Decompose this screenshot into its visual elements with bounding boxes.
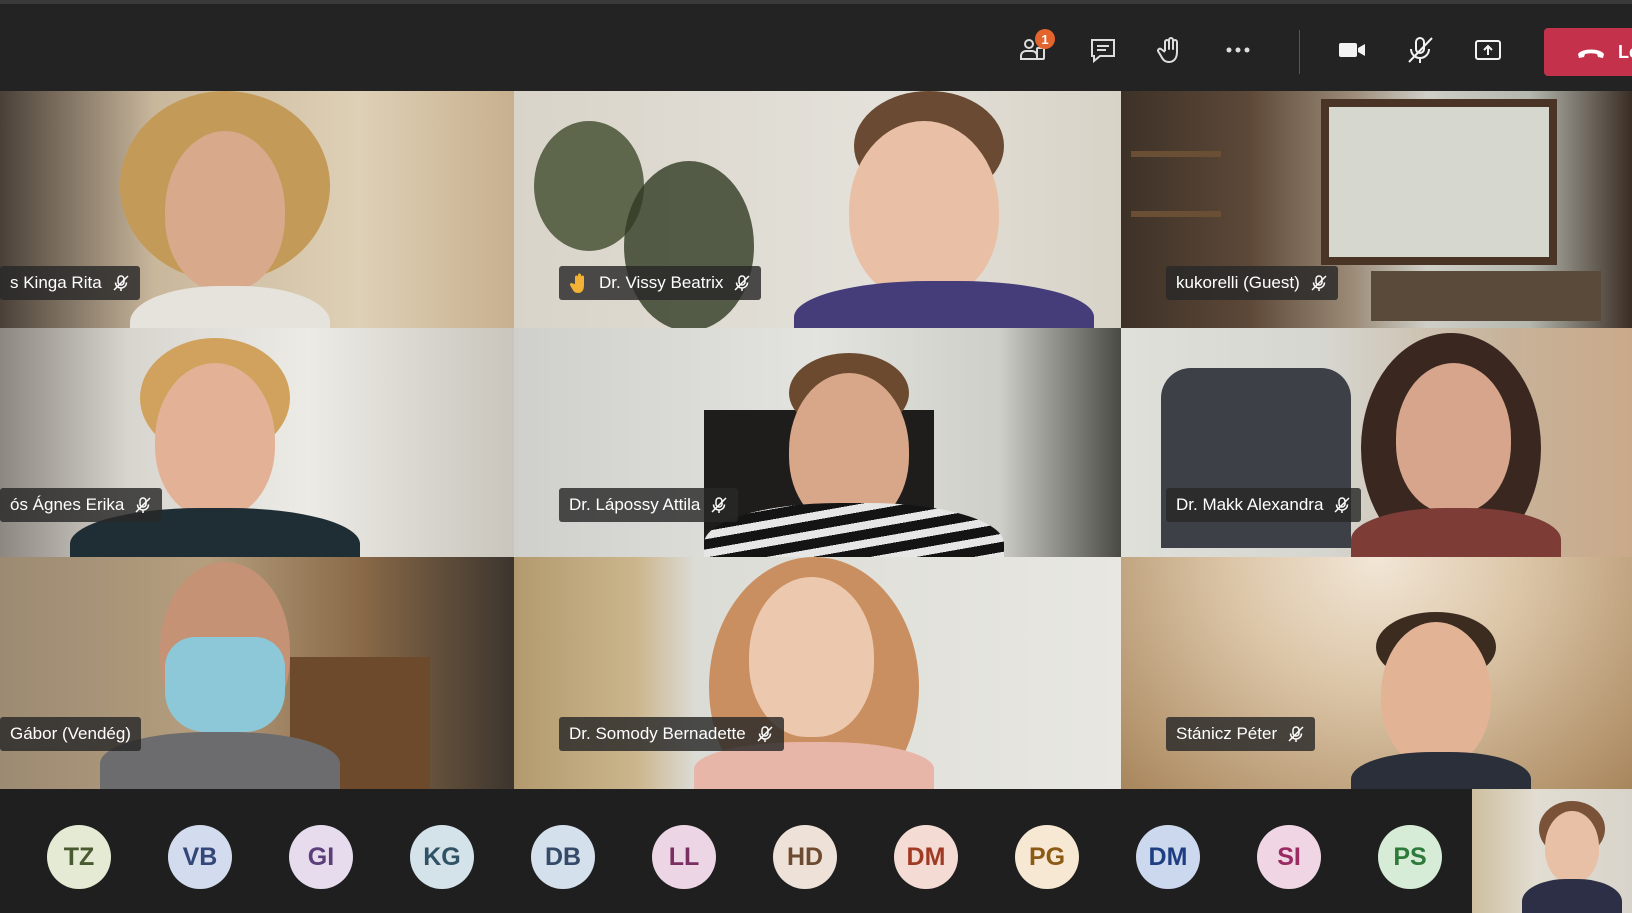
participant-video bbox=[70, 338, 360, 557]
participant-name-tag: Stánicz Péter bbox=[1166, 717, 1316, 751]
face-mask bbox=[165, 637, 285, 732]
video-tile[interactable]: Dr. Vissy Beatrix bbox=[514, 91, 1121, 328]
camera-icon bbox=[1339, 43, 1365, 57]
participant-avatar[interactable]: DM bbox=[1136, 825, 1200, 889]
participant-name: Dr. Makk Alexandra bbox=[1176, 495, 1324, 514]
video-tile[interactable]: Dr. Lápossy Attila bbox=[514, 328, 1121, 557]
participant-video bbox=[704, 353, 1004, 557]
participant-name: Gábor (Vendég) bbox=[10, 724, 131, 743]
camera-button[interactable] bbox=[1330, 28, 1374, 72]
participant-name-tag: kukorelli (Guest) bbox=[1166, 266, 1338, 300]
participant-avatar[interactable]: TZ bbox=[47, 825, 111, 889]
video-tile[interactable]: Stánicz Péter bbox=[1121, 557, 1632, 789]
mic-muted-icon bbox=[757, 726, 773, 742]
participant-name: Dr. Vissy Beatrix bbox=[599, 273, 724, 292]
leave-button[interactable]: Le bbox=[1544, 28, 1632, 76]
participant-avatar[interactable]: LL bbox=[652, 825, 716, 889]
participant-name-tag: Gábor (Vendég) bbox=[0, 717, 141, 751]
participant-video bbox=[794, 91, 1094, 328]
participant-video bbox=[694, 557, 934, 789]
video-tile[interactable]: s Kinga Rita bbox=[0, 91, 514, 328]
meeting-toolbar: 1 Le bbox=[0, 0, 1632, 91]
video-tile[interactable]: Dr. Makk Alexandra bbox=[1121, 328, 1632, 557]
mic-muted-icon bbox=[113, 275, 129, 291]
more-options-button[interactable] bbox=[1216, 28, 1260, 72]
raise-hand-icon bbox=[1157, 37, 1178, 63]
video-tile[interactable]: Dr. Somody Bernadette bbox=[514, 557, 1121, 789]
participant-name: Stánicz Péter bbox=[1176, 724, 1278, 743]
participant-name-tag: Dr. Makk Alexandra bbox=[1166, 488, 1362, 522]
participant-name: ós Ágnes Erika bbox=[10, 495, 125, 514]
participant-name-tag: s Kinga Rita bbox=[0, 266, 140, 300]
participant-video bbox=[120, 91, 340, 328]
participant-avatar[interactable]: DM bbox=[894, 825, 958, 889]
participant-name-tag: Dr. Vissy Beatrix bbox=[559, 266, 762, 300]
raised-hand-icon bbox=[569, 273, 584, 293]
participant-name-tag: ós Ágnes Erika bbox=[0, 488, 163, 522]
participant-avatar[interactable]: GI bbox=[289, 825, 353, 889]
mic-muted-icon bbox=[1408, 37, 1433, 63]
self-participant bbox=[1522, 801, 1622, 913]
participant-avatar[interactable]: HD bbox=[773, 825, 837, 889]
chat-icon bbox=[1091, 39, 1115, 64]
share-screen-icon bbox=[1475, 40, 1501, 60]
video-grid: s Kinga Rita Dr. Vissy Beatrix kukorelli… bbox=[0, 91, 1632, 789]
mic-muted-icon bbox=[135, 497, 151, 513]
participant-name: Dr. Lápossy Attila bbox=[569, 495, 701, 514]
mic-muted-icon bbox=[1311, 275, 1327, 291]
participant-avatar[interactable]: SI bbox=[1257, 825, 1321, 889]
leave-label: Le bbox=[1618, 41, 1632, 62]
mic-muted-icon bbox=[734, 275, 750, 291]
participant-name: kukorelli (Guest) bbox=[1176, 273, 1300, 292]
video-tile[interactable]: kukorelli (Guest) bbox=[1121, 91, 1632, 328]
phone-hangup-icon bbox=[1578, 49, 1604, 58]
more-options-icon bbox=[1226, 47, 1250, 53]
share-screen-button[interactable] bbox=[1466, 28, 1510, 72]
mic-muted-icon bbox=[1334, 497, 1350, 513]
participant-avatar[interactable]: DB bbox=[531, 825, 595, 889]
raise-hand-button[interactable] bbox=[1148, 28, 1192, 72]
participant-avatar[interactable]: VB bbox=[168, 825, 232, 889]
participant-video bbox=[1351, 333, 1561, 557]
microphone-button[interactable] bbox=[1398, 28, 1442, 72]
participant-avatar[interactable]: PS bbox=[1378, 825, 1442, 889]
video-tile[interactable]: ós Ágnes Erika bbox=[0, 328, 514, 557]
self-view-video[interactable] bbox=[1472, 789, 1632, 913]
participant-name-tag: Dr. Somody Bernadette bbox=[559, 717, 784, 751]
participant-name: Dr. Somody Bernadette bbox=[569, 724, 746, 743]
participant-video bbox=[100, 557, 340, 789]
participant-roster: TZ VB GI KG DB LL HD DM PG DM SI PS bbox=[0, 789, 1472, 913]
mic-muted-icon bbox=[711, 497, 727, 513]
participant-name-tag: Dr. Lápossy Attila bbox=[559, 488, 739, 522]
chat-button[interactable] bbox=[1081, 28, 1125, 72]
participant-avatar[interactable]: PG bbox=[1015, 825, 1079, 889]
participant-name: s Kinga Rita bbox=[10, 273, 102, 292]
participant-avatar[interactable]: KG bbox=[410, 825, 474, 889]
mic-muted-icon bbox=[1288, 726, 1304, 742]
participants-badge: 1 bbox=[1035, 29, 1055, 49]
participants-button[interactable]: 1 bbox=[1011, 28, 1055, 72]
video-tile[interactable]: Gábor (Vendég) bbox=[0, 557, 514, 789]
participant-video bbox=[1351, 612, 1531, 789]
toolbar-divider bbox=[1299, 30, 1300, 74]
